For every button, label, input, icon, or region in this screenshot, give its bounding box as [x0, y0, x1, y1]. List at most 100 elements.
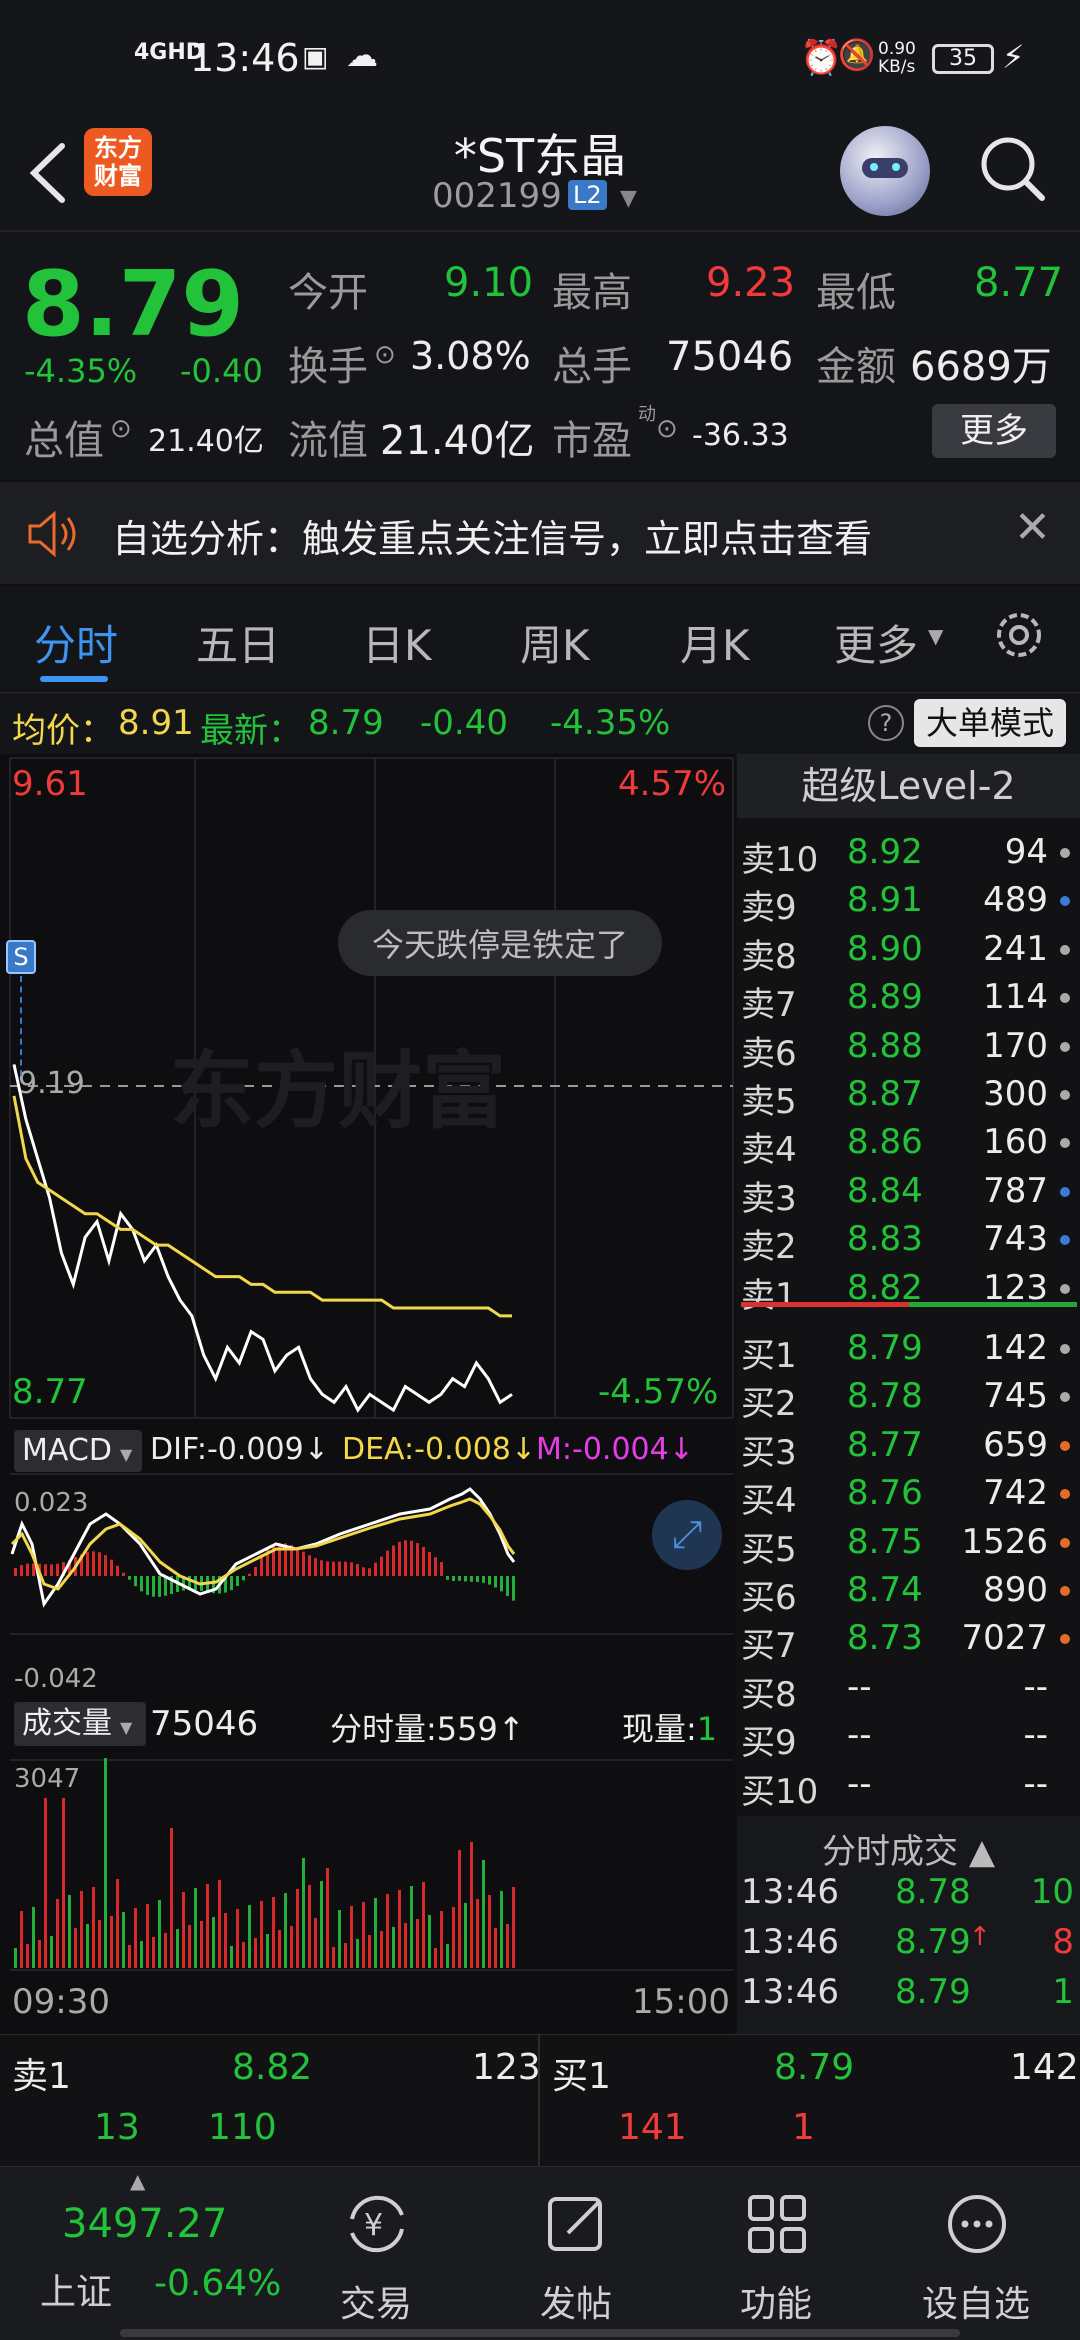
ask-row[interactable]: 卖6 8.88 170	[737, 1022, 1080, 1074]
tab-five-day[interactable]: 五日	[196, 612, 280, 673]
ticks-title[interactable]: 分时成交 ▲	[737, 1824, 1080, 1873]
macd-bar	[14, 1568, 17, 1576]
volume-bar	[188, 1925, 191, 1968]
order-dot	[1060, 1440, 1070, 1451]
order-dot	[1060, 1586, 1070, 1596]
ask-level-label: 卖1	[741, 1275, 797, 1316]
ask-level-label: 卖10	[741, 840, 819, 880]
macd-top: 0.023	[14, 1488, 89, 1518]
nav-post[interactable]: 发帖	[476, 2167, 676, 2340]
bid-row[interactable]: 买1 8.79 142	[737, 1324, 1080, 1376]
info-icon[interactable]: ⊙	[374, 340, 396, 370]
bid-level-label: 买8	[741, 1674, 797, 1715]
bid-row[interactable]: 买2 8.78 745	[737, 1372, 1080, 1424]
info-icon[interactable]: ⊙	[656, 414, 678, 444]
tab-weekly-k[interactable]: 周K	[520, 612, 590, 673]
tick-time: 13:46	[741, 1972, 839, 2012]
ask-row[interactable]: 卖3 8.84 787	[737, 1167, 1080, 1219]
bid-row[interactable]: 买4 8.76 742	[737, 1469, 1080, 1521]
notice-text[interactable]: 自选分析：触发重点关注信号，立即点击查看	[112, 508, 872, 563]
macd-selector[interactable]: MACD ▼	[14, 1430, 142, 1472]
bid-row[interactable]: 买7 8.73 7027	[737, 1614, 1080, 1666]
mktcap-value: 21.40亿	[148, 424, 264, 459]
volume-bar	[488, 1895, 491, 1968]
order-dot	[1060, 944, 1070, 955]
intraday-chart-area[interactable]: 9.61 4.57% 8.77 -4.57% 9.19 东方财富 今天跌停是铁定…	[0, 754, 735, 2034]
info-icon[interactable]: ⊙	[110, 414, 132, 444]
bid-volume: 7027	[961, 1618, 1048, 1659]
macd-bar	[374, 1562, 377, 1576]
order-dot	[1060, 1235, 1070, 1246]
bid-row[interactable]: 买9 -- --	[737, 1711, 1080, 1763]
nav-trade[interactable]: ¥ 交易	[276, 2167, 476, 2340]
comment-bubble[interactable]: 今天跌停是铁定了	[338, 910, 663, 976]
bid-row[interactable]: 买5 8.75 1526	[737, 1518, 1080, 1570]
sell-signal-marker[interactable]: S	[6, 940, 36, 974]
nav-functions[interactable]: 功能	[676, 2167, 876, 2340]
more-button[interactable]: 更多	[932, 404, 1056, 458]
tick-time: 13:46	[741, 1922, 839, 1962]
ask-price: 8.88	[847, 1025, 923, 1066]
macd-bar	[308, 1555, 311, 1576]
ask-row[interactable]: 卖8 8.90 241	[737, 925, 1080, 977]
search-icon[interactable]	[978, 132, 1048, 206]
big-order-mode-button[interactable]: 大单模式	[914, 699, 1066, 747]
tick-price: 8.78	[895, 1872, 971, 1912]
volume-bar	[386, 1894, 389, 1968]
ask-price: 8.83	[847, 1219, 923, 1260]
bottom-navigation: ▲ 3497.27 上证 -0.64% ¥ 交易 发帖 功能 设自选	[0, 2166, 1080, 2340]
volume-bar	[98, 1920, 101, 1968]
open-value: 9.10	[444, 260, 534, 306]
volume-selector[interactable]: 成交量 ▼	[14, 1702, 146, 1746]
expand-icon[interactable]: ⤢	[652, 1500, 722, 1570]
volume-bar	[68, 1895, 71, 1968]
macd-bar	[488, 1576, 491, 1585]
ask-level-label: 卖2	[741, 1227, 797, 1268]
macd-bar	[458, 1576, 461, 1581]
tab-intraday[interactable]: 分时	[34, 612, 118, 673]
bid-price: --	[847, 1763, 872, 1804]
ask-row[interactable]: 卖10 8.92 94	[737, 828, 1080, 880]
volume-bar	[482, 1860, 485, 1968]
macd-bar	[368, 1568, 371, 1576]
chevron-down-icon[interactable]: ▼	[620, 186, 637, 211]
macd-bar	[320, 1560, 323, 1576]
ask-row[interactable]: 卖7 8.89 114	[737, 973, 1080, 1025]
bid-row[interactable]: 买6 8.74 890	[737, 1566, 1080, 1618]
volume-bar	[248, 1905, 251, 1968]
help-icon[interactable]: ?	[868, 705, 904, 741]
macd-bar	[362, 1567, 365, 1576]
volume-bar	[200, 1921, 203, 1968]
volume-bar	[296, 1889, 299, 1968]
tab-more[interactable]: 更多	[834, 612, 918, 673]
order-dot	[1060, 1041, 1070, 1052]
robot-assistant-icon[interactable]	[840, 126, 930, 216]
ask-row[interactable]: 卖9 8.91 489	[737, 876, 1080, 928]
tab-monthly-k[interactable]: 月K	[680, 612, 750, 673]
pe-dynamic-mark: 动	[638, 404, 656, 425]
volume-bar	[44, 1798, 47, 1968]
volume-bar	[86, 1924, 89, 1968]
ask-row[interactable]: 卖5 8.87 300	[737, 1070, 1080, 1122]
macd-bar	[92, 1551, 95, 1576]
ask-row[interactable]: 卖2 8.83 743	[737, 1215, 1080, 1267]
bid-volume: 742	[983, 1473, 1048, 1514]
gear-icon[interactable]	[992, 608, 1046, 662]
volume-bar	[50, 1936, 53, 1968]
bid-row[interactable]: 买10 -- --	[737, 1760, 1080, 1812]
chevron-down-icon: ▼	[119, 1445, 133, 1464]
bid-row[interactable]: 买8 -- --	[737, 1663, 1080, 1715]
bid-level-label: 买7	[741, 1626, 797, 1667]
bid-row[interactable]: 买3 8.77 659	[737, 1421, 1080, 1473]
chart-top-price: 9.61	[12, 764, 88, 804]
notice-bar[interactable]: 自选分析：触发重点关注信号，立即点击查看 ✕	[0, 482, 1080, 584]
index-ticker[interactable]: ▲ 3497.27 上证 -0.64%	[0, 2167, 300, 2340]
nav-add-watchlist[interactable]: 设自选	[876, 2167, 1076, 2340]
volume-bar	[344, 1943, 347, 1968]
close-icon[interactable]: ✕	[1014, 502, 1051, 553]
ask-row[interactable]: 卖4 8.86 160	[737, 1118, 1080, 1170]
orderbook-title: 超级Level-2	[737, 754, 1080, 818]
volume-bar	[116, 1879, 119, 1968]
tab-daily-k[interactable]: 日K	[362, 612, 432, 673]
macd-bar	[164, 1576, 167, 1596]
